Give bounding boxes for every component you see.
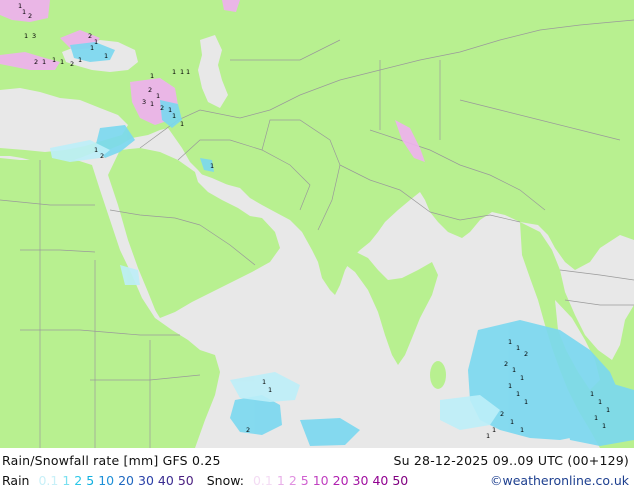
- precip-marker: 1: [510, 418, 514, 426]
- rain-scale-value: 5: [86, 473, 95, 488]
- precip-marker: 1: [104, 52, 108, 60]
- rain-scale-value: 30: [138, 473, 154, 488]
- map-title: Rain/Snowfall rate [mm] GFS 0.25: [2, 453, 221, 468]
- credit-link[interactable]: ©weatheronline.co.uk: [490, 473, 629, 488]
- precip-marker: 1: [180, 68, 184, 76]
- precip-marker: 1: [508, 338, 512, 346]
- footer-row-title: Rain/Snowfall rate [mm] GFS 0.25 Su 28-1…: [0, 450, 634, 471]
- precip-marker: 1: [22, 8, 26, 16]
- precip-marker: 1: [186, 68, 190, 76]
- rain-legend-scale: 0.1 1 2 5 10 20 30 40 50: [38, 473, 197, 488]
- precip-marker: 3: [142, 98, 146, 106]
- precip-marker: 1: [598, 398, 602, 406]
- footer-row-legend: Rain 0.1 1 2 5 10 20 30 40 50 Snow: 0.1 1 2 5 10 20 30…: [0, 470, 634, 491]
- precipitation-map: 11 21 3 21112 1 1 1 2 11 1 1 1213 1 2 1111211122111112…: [0, 0, 634, 448]
- precip-marker: 2: [500, 410, 504, 418]
- precip-marker: 1: [486, 432, 490, 440]
- precip-marker: 1: [516, 390, 520, 398]
- precip-marker: 1: [180, 120, 184, 128]
- precip-marker: 1: [512, 366, 516, 374]
- precip-marker: 2: [70, 60, 74, 68]
- precip-marker: 1: [24, 32, 28, 40]
- precip-marker: 3: [32, 32, 36, 40]
- precip-marker: 1: [210, 162, 214, 170]
- precip-marker: 1: [520, 426, 524, 434]
- precip-marker: 1: [78, 56, 82, 64]
- precip-marker: 1: [520, 374, 524, 382]
- precip-marker: 1: [52, 56, 56, 64]
- precip-marker: 2: [28, 12, 32, 20]
- map-datetime: Su 28-12-2025 09..09 UTC (00+129): [393, 453, 629, 468]
- snow-scale-value: 40: [372, 473, 389, 488]
- snow-scale-value: 30: [352, 473, 369, 488]
- snow-legend-scale: 0.1 1 2 5 10 20 30 40 50: [253, 473, 412, 488]
- precip-marker: 1: [590, 390, 594, 398]
- precip-marker: 2: [148, 86, 152, 94]
- legend: Rain 0.1 1 2 5 10 20 30 40 50 Snow: 0.1 1 2 5 10 20 30…: [2, 473, 417, 488]
- precip-marker: 1: [602, 422, 606, 430]
- precip-marker: 1: [156, 92, 160, 100]
- sri-lanka: [430, 361, 446, 389]
- precip-marker: 1: [150, 100, 154, 108]
- snow-legend-label: Snow:: [206, 473, 244, 488]
- rain-scale-value: 20: [118, 473, 135, 488]
- precip-marker: 2: [524, 350, 528, 358]
- precip-marker: 1: [150, 72, 154, 80]
- snow-scale-value: 10: [312, 473, 329, 488]
- precip-marker: 1: [172, 112, 176, 120]
- rain-scale-value: 40: [157, 473, 174, 488]
- snow-scale-value: 5: [300, 473, 309, 488]
- precip-marker: 1: [94, 146, 98, 154]
- precip-marker: 1: [606, 406, 610, 414]
- snow-scale-value: 0.1: [252, 473, 273, 488]
- precip-marker: 1: [516, 344, 520, 352]
- precip-marker: 1: [508, 382, 512, 390]
- precip-marker: 1: [268, 386, 272, 394]
- precip-marker: 2: [88, 32, 92, 40]
- snow-scale-value: 50: [392, 473, 409, 488]
- precip-marker: 1: [60, 58, 64, 66]
- rain-scale-value: 1: [62, 473, 71, 488]
- precip-marker: 2: [246, 426, 250, 434]
- precip-marker: 1: [524, 398, 528, 406]
- rain-scale-value: 50: [177, 473, 194, 488]
- precip-marker: 1: [594, 414, 598, 422]
- snow-scale-value: 1: [276, 473, 285, 488]
- rain-scale-value: 2: [74, 473, 83, 488]
- rain-scale-value: 0.1: [38, 473, 59, 488]
- rain-legend-label: Rain: [2, 473, 30, 488]
- precip-marker: 2: [34, 58, 38, 66]
- precip-marker: 1: [262, 378, 266, 386]
- precip-marker: 2: [100, 152, 104, 160]
- rain-scale-value: 10: [98, 473, 115, 488]
- precip-marker: 1: [492, 426, 496, 434]
- precip-marker: 1: [90, 44, 94, 52]
- precip-marker: 2: [504, 360, 508, 368]
- precip-marker: 1: [42, 58, 46, 66]
- snow-scale-value: 20: [332, 473, 349, 488]
- snow-scale-value: 2: [288, 473, 297, 488]
- precip-marker: 1: [94, 38, 98, 46]
- precip-marker: 1: [172, 68, 176, 76]
- precip-marker: 2: [160, 104, 164, 112]
